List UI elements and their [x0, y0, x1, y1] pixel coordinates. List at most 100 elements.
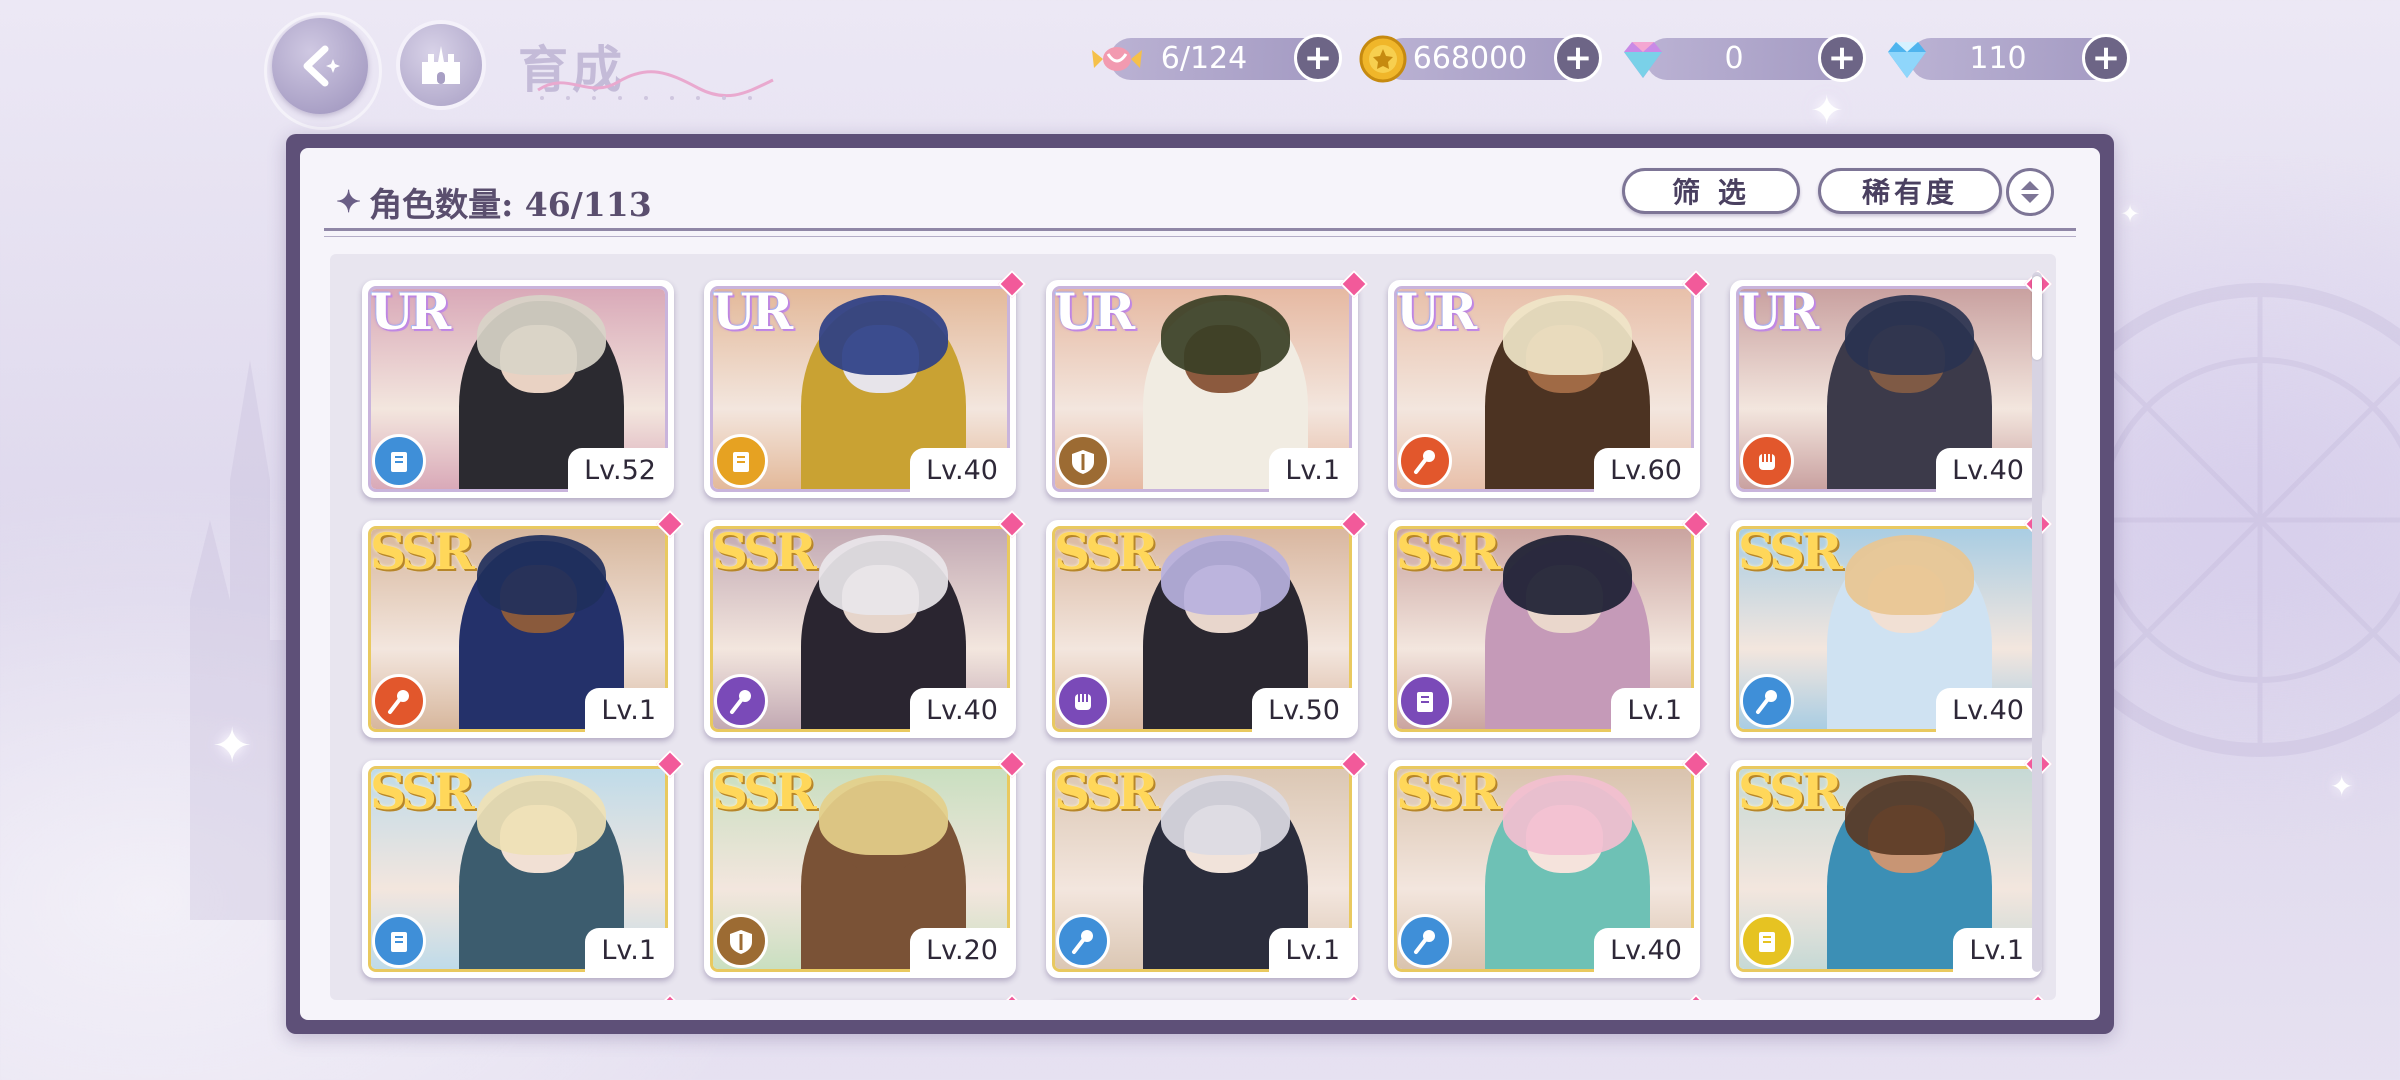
character-card[interactable]: SSR Lv.40 — [1730, 509, 2053, 738]
portrait-hair — [476, 535, 607, 615]
role-staff-icon — [372, 674, 426, 728]
level-label: Lv.40 — [1594, 928, 1694, 972]
level-label: Lv.52 — [568, 448, 668, 492]
portrait-hair — [1502, 295, 1633, 375]
add-diamond-button[interactable]: + — [2082, 34, 2130, 82]
rarity-sort-button[interactable]: 稀有度 — [1818, 168, 2002, 214]
sparkle-decoration: ✦ — [1810, 88, 1844, 134]
rainbow-gem-icon — [1624, 42, 1662, 78]
level-label: Lv.1 — [585, 688, 668, 732]
scrollbar-thumb[interactable] — [2032, 276, 2042, 360]
back-button[interactable] — [264, 12, 382, 130]
role-staff-icon — [1398, 914, 1452, 968]
gold-coin-icon — [1359, 35, 1407, 83]
character-card[interactable]: UR Lv.40 — [704, 269, 1027, 498]
level-label: Lv.40 — [910, 688, 1010, 732]
castle-home-icon — [422, 46, 460, 84]
character-card[interactable]: SSR Lv.40 — [704, 509, 1027, 738]
character-card[interactable]: UR Lv.52 — [362, 280, 674, 498]
character-card[interactable]: SSR Lv.1 — [1730, 749, 2053, 978]
level-label: Lv.60 — [1594, 448, 1694, 492]
add-colored-gem-button[interactable]: + — [1818, 34, 1866, 82]
title-script-decoration — [537, 70, 774, 100]
rarity-badge: SSR — [1396, 522, 1501, 581]
level-label: Lv.40 — [910, 448, 1010, 492]
header-divider — [324, 228, 2076, 231]
character-list-panel: ✦ 角色数量: 46/113 筛 选 稀有度 UR Lv.52 UR Lv.40 UR L… — [286, 134, 2114, 1034]
role-shield-icon — [1056, 434, 1110, 488]
portrait-hair — [1160, 535, 1291, 615]
portrait-hair — [1502, 775, 1633, 855]
role-shield-icon — [714, 914, 768, 968]
character-card[interactable]: SSR Lv.50 — [1046, 509, 1369, 738]
portrait-hair — [1160, 775, 1291, 855]
new-indicator-icon — [655, 993, 685, 1000]
header-divider-thin — [324, 236, 2076, 237]
portrait-hair — [1160, 295, 1291, 375]
rarity-badge: SSR — [1738, 522, 1843, 581]
level-label: Lv.40 — [1936, 448, 2036, 492]
role-fist-icon — [1740, 434, 1794, 488]
candy-icon — [1092, 47, 1142, 71]
role-book-icon — [714, 434, 768, 488]
add-stamina-button[interactable]: + — [1294, 34, 1342, 82]
level-label: Lv.1 — [585, 928, 668, 972]
portrait-hair — [818, 535, 949, 615]
character-grid[interactable]: UR Lv.52 UR Lv.40 UR Lv.1 UR Lv.60 UR Lv.40 SSR Lv.… — [330, 254, 2056, 1000]
character-card[interactable]: UR Lv.1 — [1046, 269, 1369, 498]
rarity-badge: UR — [1054, 282, 1135, 341]
sparkle-decoration: ✦ — [212, 718, 253, 774]
panel-body: ✦ 角色数量: 46/113 筛 选 稀有度 UR Lv.52 UR Lv.40 UR L… — [300, 148, 2100, 1020]
gold-counter: 668000 + — [1382, 34, 1602, 82]
sparkle-decoration: ✦ — [2330, 770, 2354, 803]
portrait-hair — [476, 295, 607, 375]
role-book-icon — [1398, 674, 1452, 728]
level-label: Lv.1 — [1611, 688, 1694, 732]
portrait-hair — [1844, 535, 1975, 615]
new-indicator-icon — [2023, 993, 2053, 1000]
level-label: Lv.50 — [1252, 688, 1352, 732]
blue-diamond-icon — [1888, 42, 1926, 78]
colored-gem-value: 0 — [1724, 41, 1744, 76]
diamond-counter: 110 + — [1910, 34, 2130, 82]
character-card[interactable]: SSR Lv.20 — [704, 749, 1027, 978]
rarity-badge: SSR — [1054, 522, 1159, 581]
portrait-hair — [818, 295, 949, 375]
role-staff-icon — [1740, 674, 1794, 728]
portrait-hair — [1844, 775, 1975, 855]
character-card[interactable]: SSR Lv.1 — [1388, 509, 1711, 738]
add-gold-button[interactable]: + — [1554, 34, 1602, 82]
new-indicator-icon — [997, 993, 1027, 1000]
role-fist-icon — [1056, 674, 1110, 728]
back-arrow-icon — [303, 45, 340, 87]
role-book-icon — [372, 434, 426, 488]
scrollbar-track[interactable] — [2032, 272, 2042, 972]
rarity-badge: SSR — [1396, 762, 1501, 821]
character-card[interactable]: UR Lv.60 — [1388, 269, 1711, 498]
rarity-badge: UR — [1396, 282, 1477, 341]
character-card[interactable]: SSR Lv.40 — [1388, 749, 1711, 978]
sort-updown-icon — [2021, 181, 2039, 203]
portrait-hair — [818, 775, 949, 855]
role-staff-icon — [714, 674, 768, 728]
new-indicator-icon — [1339, 993, 1369, 1000]
rarity-badge: SSR — [370, 522, 475, 581]
character-card[interactable]: UR Lv.40 — [1730, 269, 2053, 498]
filter-button[interactable]: 筛 选 — [1622, 168, 1800, 214]
role-book-icon — [372, 914, 426, 968]
rarity-badge: SSR — [1054, 762, 1159, 821]
character-card[interactable]: SSR Lv.1 — [1046, 749, 1369, 978]
rarity-badge: SSR — [370, 762, 475, 821]
level-label: Lv.1 — [1269, 448, 1352, 492]
rarity-badge: SSR — [1738, 762, 1843, 821]
rarity-badge: SSR — [712, 522, 817, 581]
sort-order-toggle[interactable] — [2006, 168, 2054, 216]
rarity-badge: UR — [712, 282, 793, 341]
character-card[interactable]: SSR Lv.1 — [362, 509, 685, 738]
home-button[interactable] — [396, 20, 486, 110]
new-indicator-icon — [1681, 993, 1711, 1000]
portrait-hair — [476, 775, 607, 855]
rarity-badge: UR — [1738, 282, 1819, 341]
rarity-badge: UR — [370, 282, 451, 341]
character-card[interactable]: SSR Lv.1 — [362, 749, 685, 978]
